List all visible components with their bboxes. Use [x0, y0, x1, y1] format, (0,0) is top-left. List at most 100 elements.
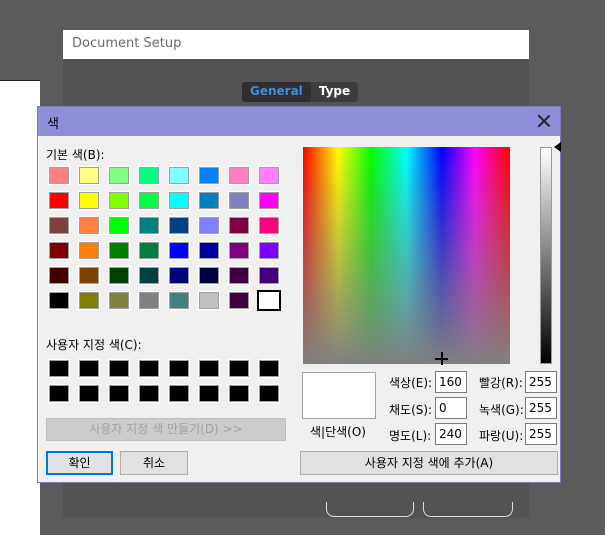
document-setup-tabs: General Type: [242, 82, 359, 102]
custom-color-swatch[interactable]: [198, 359, 220, 378]
basic-color-swatch[interactable]: [168, 241, 190, 260]
basic-color-swatch[interactable]: [257, 290, 281, 311]
saturation-label: 채도(S):: [389, 403, 433, 417]
color-dialog-titlebar: 색: [38, 107, 560, 136]
document-setup-title: Document Setup: [72, 36, 182, 51]
custom-color-swatch[interactable]: [108, 359, 130, 378]
ok-button[interactable]: 확인: [46, 451, 113, 475]
basic-color-swatch[interactable]: [198, 191, 220, 210]
basic-color-swatch[interactable]: [78, 191, 100, 210]
custom-colors-label: 사용자 지정 색(C):: [46, 338, 142, 352]
basic-color-swatch[interactable]: [168, 166, 190, 185]
basic-color-swatch[interactable]: [48, 291, 70, 310]
basic-color-swatch[interactable]: [138, 291, 160, 310]
blue-field[interactable]: 255: [525, 423, 557, 445]
red-label: 빨강(R):: [479, 376, 523, 390]
background-canvas: [0, 80, 40, 535]
basic-color-swatch[interactable]: [228, 291, 250, 310]
custom-color-swatch[interactable]: [48, 384, 70, 403]
basic-color-swatch[interactable]: [108, 191, 130, 210]
custom-color-swatch[interactable]: [138, 359, 160, 378]
basic-color-swatch[interactable]: [228, 191, 250, 210]
luminance-arrow-icon[interactable]: [554, 142, 561, 152]
tab-type[interactable]: Type: [311, 82, 358, 102]
cancel-button[interactable]: 취소: [120, 451, 188, 475]
hue-field[interactable]: 160: [435, 371, 467, 393]
basic-color-swatch[interactable]: [48, 166, 70, 185]
basic-color-swatch[interactable]: [258, 166, 280, 185]
basic-color-swatch[interactable]: [228, 241, 250, 260]
basic-color-swatch[interactable]: [198, 291, 220, 310]
basic-color-swatch[interactable]: [258, 216, 280, 235]
saturation-field[interactable]: 0: [435, 397, 467, 419]
green-field[interactable]: 255: [525, 397, 557, 419]
custom-color-swatch[interactable]: [108, 384, 130, 403]
close-icon[interactable]: [536, 113, 552, 129]
color-dialog: 색 기본 색(B): 사용자 지정 색(C): 사용자 지정 색 만들기(D) …: [37, 106, 561, 483]
basic-color-swatch[interactable]: [138, 166, 160, 185]
hue-label: 색상(E):: [389, 376, 433, 390]
basic-color-swatch[interactable]: [78, 216, 100, 235]
basic-color-swatch[interactable]: [108, 266, 130, 285]
custom-color-swatch[interactable]: [48, 359, 70, 378]
green-label: 녹색(G):: [479, 403, 524, 417]
basic-color-swatch[interactable]: [108, 166, 130, 185]
basic-color-swatch[interactable]: [198, 216, 220, 235]
basic-color-swatch[interactable]: [198, 166, 220, 185]
custom-color-swatch[interactable]: [258, 359, 280, 378]
crosshair-icon[interactable]: [435, 352, 448, 365]
basic-color-swatch[interactable]: [258, 241, 280, 260]
tab-general[interactable]: General: [242, 82, 311, 102]
document-setup-titlebar: Document Setup: [63, 30, 529, 59]
basic-color-swatch[interactable]: [78, 241, 100, 260]
color-spectrum[interactable]: [303, 147, 510, 364]
basic-color-swatch[interactable]: [78, 291, 100, 310]
custom-color-swatch[interactable]: [258, 384, 280, 403]
basic-color-swatch[interactable]: [168, 216, 190, 235]
basic-colors-label: 기본 색(B):: [46, 148, 105, 162]
luminance-slider[interactable]: [540, 147, 552, 364]
basic-color-swatch[interactable]: [198, 266, 220, 285]
basic-color-swatch[interactable]: [168, 291, 190, 310]
luminance-label: 명도(L):: [389, 429, 432, 443]
basic-color-swatch[interactable]: [228, 216, 250, 235]
basic-color-swatch[interactable]: [78, 166, 100, 185]
basic-color-swatch[interactable]: [48, 191, 70, 210]
basic-color-swatch[interactable]: [48, 241, 70, 260]
basic-color-swatch[interactable]: [138, 266, 160, 285]
red-field[interactable]: 255: [525, 371, 557, 393]
basic-color-swatch[interactable]: [78, 266, 100, 285]
custom-color-swatch[interactable]: [228, 359, 250, 378]
luminance-field[interactable]: 240: [435, 423, 467, 445]
preview-label[interactable]: 색|단색(O): [310, 423, 366, 440]
basic-color-swatch[interactable]: [108, 216, 130, 235]
basic-color-swatch[interactable]: [48, 216, 70, 235]
basic-color-swatch[interactable]: [138, 241, 160, 260]
blue-label: 파랑(U):: [479, 429, 524, 443]
document-setup-button-edge[interactable]: [326, 502, 414, 517]
color-dialog-title: 색: [47, 117, 59, 132]
custom-color-swatch[interactable]: [168, 359, 190, 378]
basic-color-swatch[interactable]: [168, 266, 190, 285]
custom-color-swatch[interactable]: [138, 384, 160, 403]
document-setup-button-edge[interactable]: [423, 502, 513, 517]
color-preview: [302, 372, 376, 419]
basic-color-swatch[interactable]: [198, 241, 220, 260]
basic-color-swatch[interactable]: [258, 266, 280, 285]
custom-color-swatch[interactable]: [78, 359, 100, 378]
basic-color-swatch[interactable]: [48, 266, 70, 285]
add-to-custom-colors-button[interactable]: 사용자 지정 색에 추가(A): [300, 451, 558, 475]
basic-color-swatch[interactable]: [108, 241, 130, 260]
basic-color-swatch[interactable]: [138, 216, 160, 235]
custom-color-swatch[interactable]: [198, 384, 220, 403]
basic-color-swatch[interactable]: [228, 166, 250, 185]
basic-color-swatch[interactable]: [258, 191, 280, 210]
custom-color-swatch[interactable]: [78, 384, 100, 403]
basic-color-swatch[interactable]: [138, 191, 160, 210]
basic-color-swatch[interactable]: [168, 191, 190, 210]
basic-color-swatch[interactable]: [228, 266, 250, 285]
define-custom-colors-button[interactable]: 사용자 지정 색 만들기(D) >>: [46, 418, 286, 441]
basic-color-swatch[interactable]: [108, 291, 130, 310]
custom-color-swatch[interactable]: [228, 384, 250, 403]
custom-color-swatch[interactable]: [168, 384, 190, 403]
